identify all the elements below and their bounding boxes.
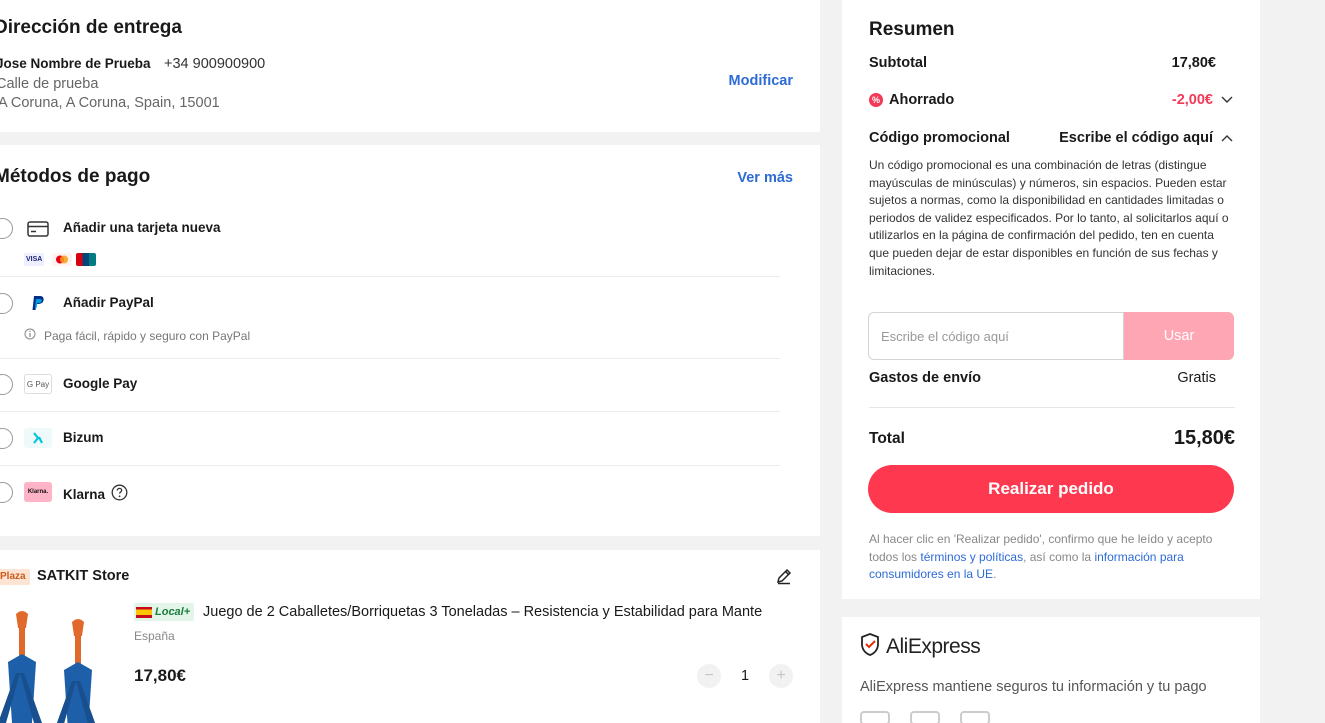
klarna-logo-text: Klarna.: [27, 489, 49, 495]
subtotal-value: 17,80€: [1171, 55, 1216, 71]
modify-address-link[interactable]: Modificar: [729, 73, 793, 89]
legal-middle: , así como la: [1023, 549, 1095, 564]
see-more-payment-link[interactable]: Ver más: [737, 170, 793, 186]
aliexpress-logo: AliExpress: [860, 633, 981, 661]
help-icon[interactable]: [111, 484, 128, 504]
discount-icon: %: [869, 93, 883, 107]
promo-code-input[interactable]: [868, 312, 1124, 360]
local-plus-badge: Local+: [134, 603, 195, 621]
delivery-address-title: Dirección de entrega: [0, 17, 182, 38]
paypal-icon: [24, 293, 52, 313]
unionpay-logo-icon: [76, 253, 97, 266]
promo-description: Un código promocional es una combinación…: [869, 158, 1229, 278]
shipping-label: Gastos de envío: [869, 370, 982, 386]
chevron-up-icon[interactable]: [1221, 130, 1233, 146]
apply-promo-button[interactable]: Usar: [1124, 312, 1234, 360]
mastercard-logo-icon: [50, 253, 73, 266]
shield-check-icon: [860, 633, 880, 661]
saved-label: Ahorrado: [889, 92, 955, 108]
delivery-address-card: Dirección de entrega Jose Nombre de Prue…: [0, 0, 820, 132]
saved-row[interactable]: % Ahorrado -2,00€: [869, 92, 1233, 108]
bizum-icon: [24, 428, 52, 448]
recipient-phone: +34 900900900: [164, 56, 266, 72]
visa-logo-icon: VISA: [24, 253, 45, 266]
total-row: Total 15,80€: [869, 427, 1235, 450]
info-icon: [24, 328, 36, 343]
payment-radio-google-pay[interactable]: [0, 374, 13, 395]
local-plus-text: Local+: [155, 606, 191, 618]
payment-radio-klarna[interactable]: [0, 482, 13, 503]
google-pay-text: G Pay: [26, 379, 50, 389]
terms-policies-link[interactable]: términos y políticas: [920, 550, 1023, 564]
address-line-1: Calle de prueba: [0, 76, 99, 92]
klarna-icon: Klarna.: [24, 482, 52, 502]
payment-label-card: Añadir una tarjeta nueva: [63, 220, 221, 235]
payment-methods-title: Métodos de pago: [0, 166, 151, 187]
card-logos: VISA: [24, 253, 97, 266]
payment-option-bizum[interactable]: Bizum: [0, 412, 780, 466]
shipping-row: Gastos de envío Gratis: [869, 370, 1233, 386]
saved-value-group[interactable]: -2,00€: [1172, 92, 1233, 108]
security-badges: [860, 711, 990, 723]
payment-label-paypal: Añadir PayPal: [63, 295, 154, 310]
increase-quantity-button[interactable]: +: [769, 664, 793, 688]
shipping-value: Gratis: [1177, 370, 1216, 386]
summary-title: Resumen: [869, 19, 955, 40]
product-image[interactable]: [0, 602, 118, 723]
quantity-stepper: − 1 +: [697, 664, 793, 688]
klarna-label-text: Klarna: [63, 486, 106, 502]
promo-row[interactable]: Código promocional Escribe el código aqu…: [869, 130, 1233, 146]
payment-option-paypal[interactable]: Añadir PayPal Paga fácil, rápido y segur…: [0, 277, 780, 359]
saved-value: -2,00€: [1171, 92, 1213, 108]
security-badge-icon: [860, 711, 890, 723]
subtotal-row: Subtotal 17,80€: [869, 55, 1233, 71]
store-badge: Plaza: [0, 569, 30, 585]
payment-label-klarna: Klarna: [63, 484, 128, 504]
store-card: Plaza SATKIT Store Local+ Juego de 2 Cab…: [0, 550, 820, 723]
payment-option-card[interactable]: Añadir una tarjeta nueva VISA: [0, 211, 780, 277]
product-price: 17,80€: [134, 666, 186, 685]
place-order-button[interactable]: Realizar pedido: [868, 465, 1234, 513]
payment-option-klarna[interactable]: Klarna. Klarna: [0, 466, 780, 520]
recipient-name: Jose Nombre de Prueba: [0, 56, 151, 71]
edit-icon[interactable]: [775, 567, 793, 585]
product-title[interactable]: Juego de 2 Caballetes/Borriquetas 3 Tone…: [203, 604, 798, 620]
aliexpress-brand: AliExpress: [886, 635, 981, 658]
payment-radio-paypal[interactable]: [0, 293, 13, 314]
promo-label: Código promocional: [869, 130, 1010, 146]
payment-label-bizum: Bizum: [63, 430, 104, 445]
saved-label-group: % Ahorrado: [869, 92, 954, 108]
paypal-note: Paga fácil, rápido y seguro con PayPal: [24, 328, 250, 343]
product-country: España: [134, 629, 175, 643]
security-badge-icon: [960, 711, 990, 723]
subtotal-label: Subtotal: [869, 55, 927, 71]
spain-flag-icon: [136, 606, 152, 618]
quantity-value: 1: [740, 668, 750, 684]
payment-option-google-pay[interactable]: G Pay Google Pay: [0, 359, 780, 412]
payment-radio-bizum[interactable]: [0, 428, 13, 449]
security-badge-icon: [910, 711, 940, 723]
payment-radio-card[interactable]: [0, 218, 13, 239]
promo-value: Escribe el código aquí: [1059, 130, 1213, 146]
payment-methods-card: Métodos de pago Ver más Añadir una tarje…: [0, 145, 820, 536]
decrease-quantity-button[interactable]: −: [697, 664, 721, 688]
paypal-note-text: Paga fácil, rápido y seguro con PayPal: [44, 328, 251, 343]
legal-notice: Al hacer clic en 'Realizar pedido', conf…: [869, 531, 1234, 584]
trust-text: AliExpress mantiene seguros tu informaci…: [860, 679, 1207, 695]
store-name[interactable]: SATKIT Store: [37, 568, 129, 584]
total-value: 15,80€: [1173, 427, 1235, 449]
total-label: Total: [869, 429, 905, 447]
divider: [869, 407, 1235, 408]
credit-card-icon: [24, 219, 52, 239]
google-pay-icon: G Pay: [24, 374, 52, 394]
chevron-down-icon[interactable]: [1221, 92, 1233, 108]
address-line-2: A Coruna, A Coruna, Spain, 15001: [0, 95, 220, 111]
trust-card: AliExpress AliExpress mantiene seguros t…: [842, 617, 1260, 723]
order-summary-card: Resumen Subtotal 17,80€ % Ahorrado -2,00…: [842, 0, 1260, 599]
payment-label-google-pay: Google Pay: [63, 376, 138, 391]
legal-suffix: .: [993, 567, 997, 581]
promo-toggle[interactable]: Escribe el código aquí: [1059, 130, 1233, 146]
